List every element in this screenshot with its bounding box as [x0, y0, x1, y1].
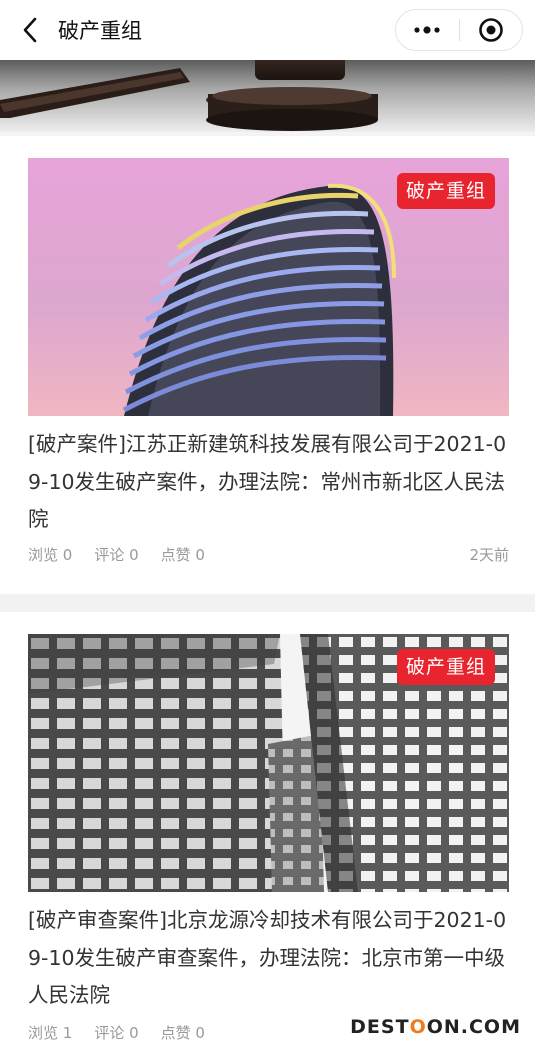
mini-program-capsule — [395, 9, 523, 51]
watermark-o: O — [409, 1016, 427, 1038]
back-button[interactable] — [0, 0, 60, 60]
article-title[interactable]: [破产案件]江苏正新建筑科技发展有限公司于2021-09-10发生破产案件，办理… — [28, 426, 510, 539]
more-button[interactable] — [396, 10, 459, 50]
target-circle-icon — [478, 18, 503, 42]
comment-count: 评论 0 — [94, 1024, 139, 1042]
category-tag: 破产重组 — [396, 173, 495, 209]
article-meta: 浏览 0 评论 0 点赞 0 2天前 — [28, 544, 509, 566]
view-count: 浏览 0 — [28, 546, 73, 564]
close-miniprogram-button[interactable] — [459, 10, 522, 50]
view-count: 浏览 1 — [28, 1024, 73, 1042]
like-count: 点赞 0 — [160, 1024, 205, 1042]
more-dots-icon — [414, 26, 440, 34]
watermark-prefix: DEST — [350, 1016, 410, 1038]
chevron-left-icon — [23, 17, 37, 43]
article-card[interactable]: 破产重组 [破产案件]江苏正新建筑科技发展有限公司于2021-09-10发生破产… — [0, 136, 535, 594]
article-thumbnail[interactable]: 破产重组 — [28, 158, 509, 416]
like-count: 点赞 0 — [160, 546, 205, 564]
article-card[interactable]: 破产重组 [破产审查案件]北京龙源冷却技术有限公司于2021-09-10发生破产… — [0, 612, 535, 1051]
navigation-bar: 破产重组 — [0, 0, 535, 60]
gavel-illustration — [0, 60, 535, 132]
category-tag: 破产重组 — [396, 649, 495, 685]
watermark-suffix: ON.COM — [426, 1016, 521, 1038]
site-watermark: DESTOON.COM — [350, 1016, 521, 1038]
article-title[interactable]: [破产审查案件]北京龙源冷却技术有限公司于2021-09-10发生破产审查案件，… — [28, 902, 510, 1015]
comment-count: 评论 0 — [94, 546, 139, 564]
page-title: 破产重组 — [58, 19, 142, 43]
article-thumbnail[interactable]: 破产重组 — [28, 634, 509, 892]
banner-image[interactable] — [0, 60, 535, 132]
card-separator — [0, 594, 535, 612]
post-time: 2天前 — [469, 546, 509, 564]
